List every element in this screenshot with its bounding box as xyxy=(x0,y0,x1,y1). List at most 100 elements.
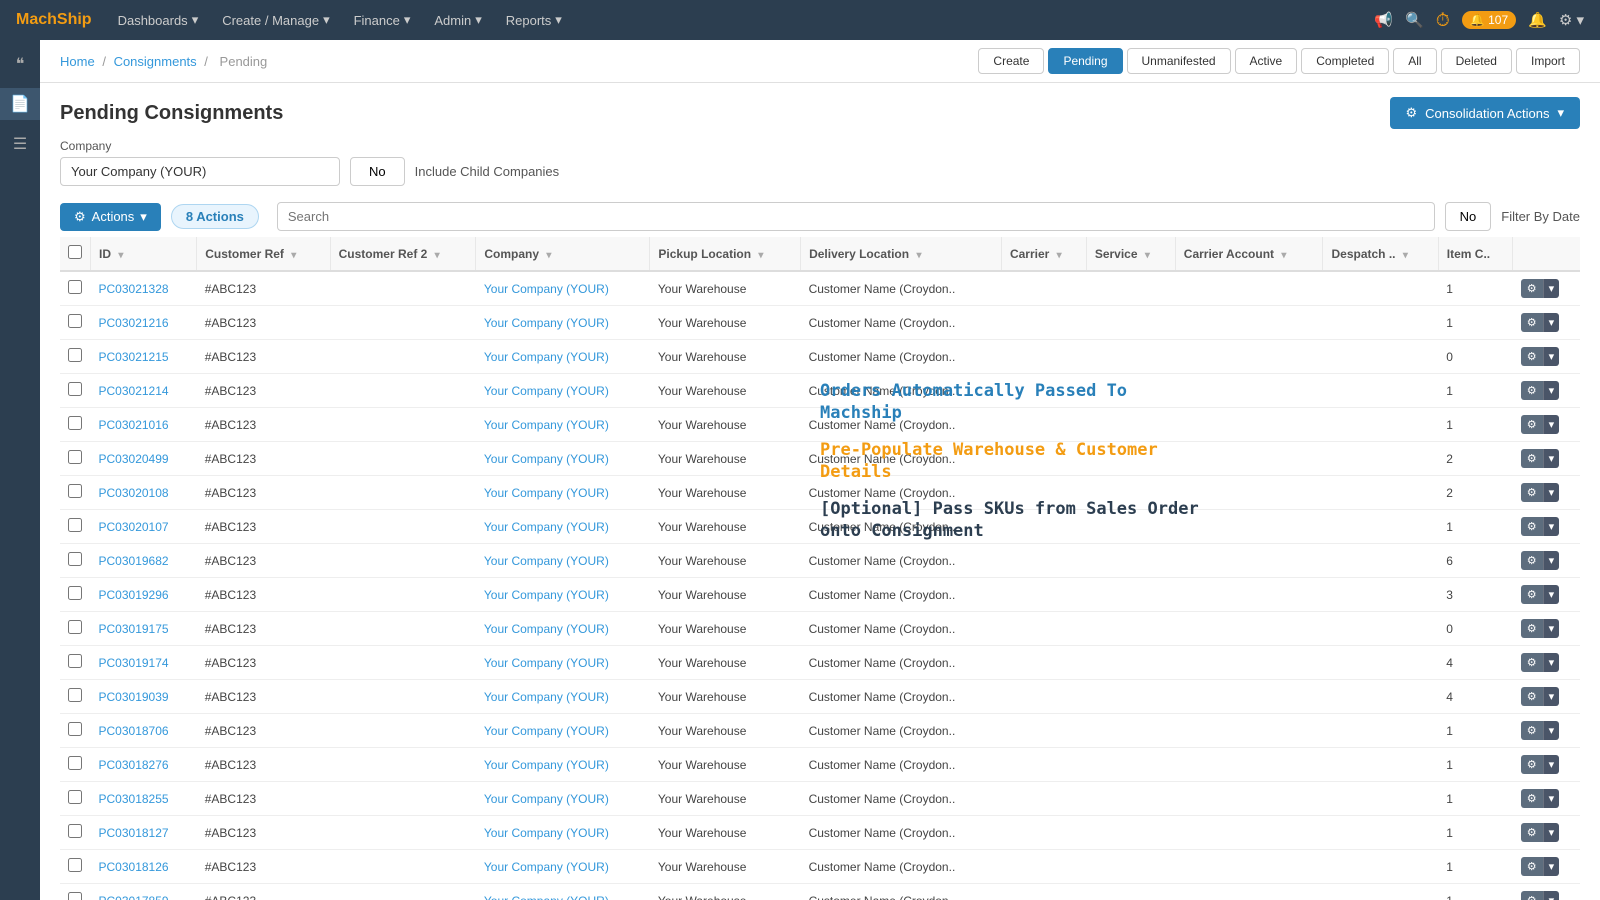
th-carrier-account[interactable]: Carrier Account ▾ xyxy=(1175,237,1323,271)
row-gear-button[interactable]: ⚙ xyxy=(1521,347,1543,366)
breadcrumb-consignments[interactable]: Consignments xyxy=(114,54,197,69)
row-dropdown-button[interactable]: ▾ xyxy=(1543,823,1560,842)
row-id-link[interactable]: PC03018127 xyxy=(99,826,169,840)
row-id-link[interactable]: PC03019039 xyxy=(99,690,169,704)
row-company-link[interactable]: Your Company (YOUR) xyxy=(484,418,609,432)
row-checkbox[interactable] xyxy=(68,518,82,532)
row-dropdown-button[interactable]: ▾ xyxy=(1543,483,1560,502)
row-dropdown-button[interactable]: ▾ xyxy=(1543,347,1560,366)
row-company-link[interactable]: Your Company (YOUR) xyxy=(484,350,609,364)
row-checkbox[interactable] xyxy=(68,450,82,464)
tab-unmanifested[interactable]: Unmanifested xyxy=(1127,48,1231,74)
row-gear-button[interactable]: ⚙ xyxy=(1521,551,1543,570)
row-id-link[interactable]: PC03019175 xyxy=(99,622,169,636)
breadcrumb-home[interactable]: Home xyxy=(60,54,95,69)
sidebar-quote-icon[interactable]: ❝ xyxy=(0,48,40,80)
nav-dashboards[interactable]: Dashboards ▾ xyxy=(108,12,209,28)
row-checkbox[interactable] xyxy=(68,858,82,872)
row-company-link[interactable]: Your Company (YOUR) xyxy=(484,384,609,398)
row-dropdown-button[interactable]: ▾ xyxy=(1543,551,1560,570)
nav-admin[interactable]: Admin ▾ xyxy=(424,12,491,28)
row-checkbox[interactable] xyxy=(68,416,82,430)
settings-icon[interactable]: ⚙ ▾ xyxy=(1559,11,1584,29)
row-dropdown-button[interactable]: ▾ xyxy=(1543,619,1560,638)
nav-finance[interactable]: Finance ▾ xyxy=(344,12,421,28)
row-company-link[interactable]: Your Company (YOUR) xyxy=(484,588,609,602)
row-gear-button[interactable]: ⚙ xyxy=(1521,857,1543,876)
row-company-link[interactable]: Your Company (YOUR) xyxy=(484,554,609,568)
tab-create[interactable]: Create xyxy=(978,48,1044,74)
row-checkbox[interactable] xyxy=(68,654,82,668)
nav-reports[interactable]: Reports ▾ xyxy=(496,12,572,28)
row-id-link[interactable]: PC03017859 xyxy=(99,894,169,900)
th-select-all[interactable] xyxy=(60,237,91,271)
row-gear-button[interactable]: ⚙ xyxy=(1521,449,1543,468)
select-all-checkbox[interactable] xyxy=(68,245,82,259)
row-dropdown-button[interactable]: ▾ xyxy=(1543,755,1560,774)
row-id-link[interactable]: PC03018126 xyxy=(99,860,169,874)
th-item-count[interactable]: Item C.. xyxy=(1438,237,1513,271)
row-id-link[interactable]: PC03018706 xyxy=(99,724,169,738)
row-company-link[interactable]: Your Company (YOUR) xyxy=(484,826,609,840)
row-gear-button[interactable]: ⚙ xyxy=(1521,585,1543,604)
actions-dropdown-button[interactable]: ⚙ Actions ▾ xyxy=(60,203,161,231)
row-dropdown-button[interactable]: ▾ xyxy=(1543,415,1560,434)
th-delivery-location[interactable]: Delivery Location ▾ xyxy=(801,237,1002,271)
sidebar-document-icon[interactable]: 📄 xyxy=(0,88,40,120)
th-customer-ref2[interactable]: Customer Ref 2 ▾ xyxy=(330,237,476,271)
search-input[interactable] xyxy=(277,202,1435,231)
row-checkbox[interactable] xyxy=(68,756,82,770)
th-service[interactable]: Service ▾ xyxy=(1086,237,1175,271)
row-dropdown-button[interactable]: ▾ xyxy=(1543,687,1560,706)
tab-completed[interactable]: Completed xyxy=(1301,48,1389,74)
brand-logo[interactable]: MachShip xyxy=(16,11,92,29)
row-checkbox[interactable] xyxy=(68,314,82,328)
row-checkbox[interactable] xyxy=(68,824,82,838)
row-id-link[interactable]: PC03020499 xyxy=(99,452,169,466)
row-company-link[interactable]: Your Company (YOUR) xyxy=(484,758,609,772)
row-checkbox[interactable] xyxy=(68,552,82,566)
row-gear-button[interactable]: ⚙ xyxy=(1521,483,1543,502)
th-id[interactable]: ID ▾ xyxy=(91,237,197,271)
row-checkbox[interactable] xyxy=(68,892,82,900)
row-dropdown-button[interactable]: ▾ xyxy=(1543,653,1560,672)
tab-active[interactable]: Active xyxy=(1235,48,1298,74)
row-dropdown-button[interactable]: ▾ xyxy=(1543,585,1560,604)
row-company-link[interactable]: Your Company (YOUR) xyxy=(484,724,609,738)
row-id-link[interactable]: PC03021215 xyxy=(99,350,169,364)
row-company-link[interactable]: Your Company (YOUR) xyxy=(484,656,609,670)
row-company-link[interactable]: Your Company (YOUR) xyxy=(484,690,609,704)
row-company-link[interactable]: Your Company (YOUR) xyxy=(484,792,609,806)
row-checkbox[interactable] xyxy=(68,790,82,804)
row-checkbox[interactable] xyxy=(68,620,82,634)
child-companies-toggle[interactable]: No xyxy=(350,157,405,186)
th-company[interactable]: Company ▾ xyxy=(476,237,650,271)
row-dropdown-button[interactable]: ▾ xyxy=(1543,789,1560,808)
row-company-link[interactable]: Your Company (YOUR) xyxy=(484,520,609,534)
row-id-link[interactable]: PC03018276 xyxy=(99,758,169,772)
row-dropdown-button[interactable]: ▾ xyxy=(1543,517,1560,536)
row-checkbox[interactable] xyxy=(68,722,82,736)
th-carrier[interactable]: Carrier ▾ xyxy=(1001,237,1086,271)
search-icon[interactable]: 🔍 xyxy=(1405,11,1424,29)
tab-deleted[interactable]: Deleted xyxy=(1441,48,1512,74)
th-despatch[interactable]: Despatch .. ▾ xyxy=(1323,237,1438,271)
tab-pending[interactable]: Pending xyxy=(1048,48,1122,74)
row-dropdown-button[interactable]: ▾ xyxy=(1543,449,1560,468)
row-dropdown-button[interactable]: ▾ xyxy=(1543,313,1560,332)
row-id-link[interactable]: PC03018255 xyxy=(99,792,169,806)
tab-all[interactable]: All xyxy=(1393,48,1436,74)
row-checkbox[interactable] xyxy=(68,348,82,362)
row-company-link[interactable]: Your Company (YOUR) xyxy=(484,316,609,330)
row-checkbox[interactable] xyxy=(68,280,82,294)
row-dropdown-button[interactable]: ▾ xyxy=(1543,721,1560,740)
notifications-badge[interactable]: 🔔 107 xyxy=(1462,11,1516,29)
row-id-link[interactable]: PC03021016 xyxy=(99,418,169,432)
row-dropdown-button[interactable]: ▾ xyxy=(1543,381,1560,400)
row-dropdown-button[interactable]: ▾ xyxy=(1543,857,1560,876)
filter-date-toggle[interactable]: No xyxy=(1445,202,1492,231)
sidebar-menu-icon[interactable]: ☰ xyxy=(0,128,40,160)
row-checkbox[interactable] xyxy=(68,586,82,600)
row-gear-button[interactable]: ⚙ xyxy=(1521,279,1543,298)
row-gear-button[interactable]: ⚙ xyxy=(1521,653,1543,672)
